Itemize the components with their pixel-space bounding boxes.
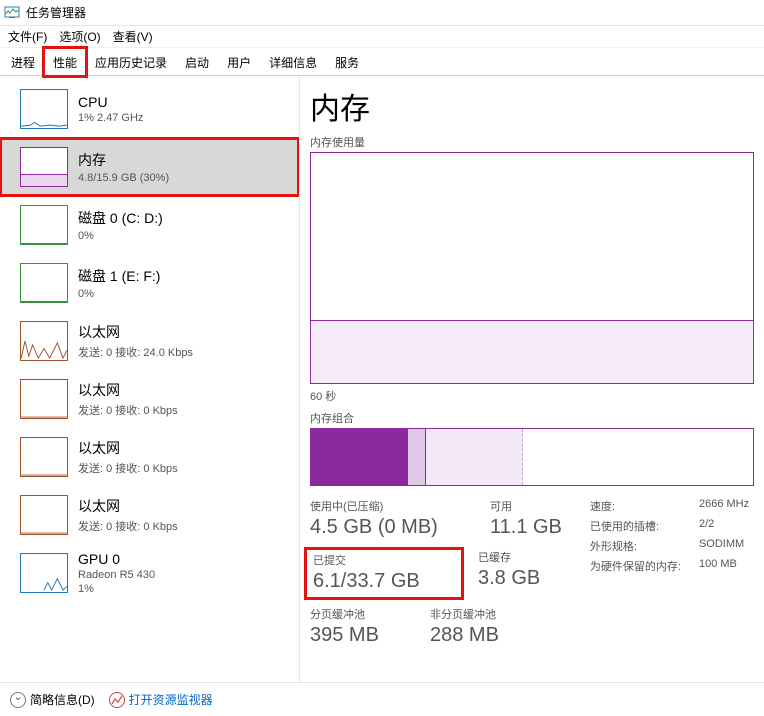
form-value: SODIMM xyxy=(699,538,749,554)
chevron-down-circle-icon xyxy=(10,692,26,708)
gpu-thumb-icon xyxy=(20,553,68,593)
paged-label: 分页缓冲池 xyxy=(310,606,410,622)
composition-free xyxy=(523,429,753,485)
sidebar-item-label: 以太网 xyxy=(78,322,193,342)
titlebar: 任务管理器 xyxy=(0,0,764,26)
open-resmon-link[interactable]: 打开资源监视器 xyxy=(109,691,213,708)
meta-grid: 速度: 2666 MHz 已使用的插槽: 2/2 外形规格: SODIMM 为硬… xyxy=(590,498,749,647)
cpu-thumb-icon xyxy=(20,89,68,129)
memory-usage-graph[interactable] xyxy=(310,152,754,384)
content: CPU 1% 2.47 GHz 内存 4.8/15.9 GB (30%) 磁盘 … xyxy=(0,76,764,682)
sidebar-item-ethernet-0[interactable]: 以太网 发送: 0 接收: 24.0 Kbps xyxy=(0,312,299,370)
detail-pane: 内存 内存使用量 60 秒 内存组合 使用中(已压缩) 4.5 GB (0 MB… xyxy=(300,76,764,682)
reserved-value: 100 MB xyxy=(699,558,749,574)
composition-label: 内存组合 xyxy=(310,410,754,426)
sidebar-item-disk-0[interactable]: 磁盘 0 (C: D:) 0% xyxy=(0,196,299,254)
sidebar-item-ethernet-1[interactable]: 以太网 发送: 0 接收: 0 Kbps xyxy=(0,370,299,428)
memory-composition-graph[interactable] xyxy=(310,428,754,486)
sidebar-item-sub: Radeon R5 430 xyxy=(78,569,155,581)
tabs: 进程 性能 应用历史记录 启动 用户 详细信息 服务 xyxy=(0,48,764,76)
composition-modified xyxy=(408,429,426,485)
tab-performance[interactable]: 性能 xyxy=(44,48,86,76)
tab-processes[interactable]: 进程 xyxy=(2,48,44,75)
composition-standby xyxy=(426,429,523,485)
usage-graph-label: 内存使用量 xyxy=(310,134,754,150)
sidebar-item-label: 以太网 xyxy=(78,438,178,458)
ethernet-thumb-icon xyxy=(20,495,68,535)
paged-value: 395 MB xyxy=(310,624,410,647)
speed-label: 速度: xyxy=(590,498,681,514)
tab-details[interactable]: 详细信息 xyxy=(260,48,326,75)
sidebar-item-label: 以太网 xyxy=(78,496,178,516)
slots-value: 2/2 xyxy=(699,518,749,534)
sidebar: CPU 1% 2.47 GHz 内存 4.8/15.9 GB (30%) 磁盘 … xyxy=(0,76,300,682)
sidebar-item-label: 内存 xyxy=(78,150,169,170)
reserved-label: 为硬件保留的内存: xyxy=(590,558,681,574)
form-label: 外形规格: xyxy=(590,538,681,554)
sidebar-item-label: 以太网 xyxy=(78,380,178,400)
sidebar-item-label: CPU xyxy=(78,94,143,110)
available-value: 11.1 GB xyxy=(490,516,562,539)
sidebar-item-sub2: 1% xyxy=(78,583,155,595)
sidebar-item-ethernet-2[interactable]: 以太网 发送: 0 接收: 0 Kbps xyxy=(0,428,299,486)
sidebar-item-label: 磁盘 0 (C: D:) xyxy=(78,208,163,228)
tab-app-history[interactable]: 应用历史记录 xyxy=(86,48,176,75)
in-use-label: 使用中(已压缩) xyxy=(310,498,470,514)
menu-view[interactable]: 查看(V) xyxy=(107,26,159,47)
sidebar-item-sub: 0% xyxy=(78,288,160,300)
menu-options[interactable]: 选项(O) xyxy=(53,26,106,47)
window-title: 任务管理器 xyxy=(26,4,86,21)
sidebar-item-sub: 0% xyxy=(78,230,163,242)
detail-heading: 内存 xyxy=(310,84,754,128)
ethernet-thumb-icon xyxy=(20,321,68,361)
menu-file[interactable]: 文件(F) xyxy=(2,26,53,47)
time-axis-label: 60 秒 xyxy=(310,388,754,404)
sidebar-item-sub: 发送: 0 接收: 0 Kbps xyxy=(78,460,178,476)
committed-label: 已提交 xyxy=(313,552,455,568)
stats-area: 使用中(已压缩) 4.5 GB (0 MB) 可用 11.1 GB 已提交 6.… xyxy=(310,498,754,647)
slots-label: 已使用的插槽: xyxy=(590,518,681,534)
composition-in-use xyxy=(311,429,408,485)
committed-highlight: 已提交 6.1/33.7 GB xyxy=(304,547,464,600)
sidebar-item-sub: 发送: 0 接收: 24.0 Kbps xyxy=(78,344,193,360)
tab-users[interactable]: 用户 xyxy=(218,48,260,75)
brief-info-button[interactable]: 简略信息(D) xyxy=(10,691,95,708)
ethernet-thumb-icon xyxy=(20,437,68,477)
nonpaged-value: 288 MB xyxy=(430,624,499,647)
tab-startup[interactable]: 启动 xyxy=(176,48,218,75)
sidebar-item-gpu-0[interactable]: GPU 0 Radeon R5 430 1% xyxy=(0,544,299,602)
sidebar-item-label: GPU 0 xyxy=(78,551,155,567)
speed-value: 2666 MHz xyxy=(699,498,749,514)
sidebar-item-ethernet-3[interactable]: 以太网 发送: 0 接收: 0 Kbps xyxy=(0,486,299,544)
sidebar-item-memory[interactable]: 内存 4.8/15.9 GB (30%) xyxy=(0,138,299,196)
sidebar-item-disk-1[interactable]: 磁盘 1 (E: F:) 0% xyxy=(0,254,299,312)
cached-value: 3.8 GB xyxy=(478,567,540,590)
menubar: 文件(F) 选项(O) 查看(V) xyxy=(0,26,764,48)
in-use-value: 4.5 GB (0 MB) xyxy=(310,516,470,539)
footer: 简略信息(D) 打开资源监视器 xyxy=(0,682,764,716)
disk-thumb-icon xyxy=(20,205,68,245)
tab-services[interactable]: 服务 xyxy=(326,48,368,75)
sidebar-item-cpu[interactable]: CPU 1% 2.47 GHz xyxy=(0,80,299,138)
cached-label: 已缓存 xyxy=(478,549,540,565)
available-label: 可用 xyxy=(490,498,562,514)
resmon-icon xyxy=(109,692,125,708)
brief-info-label: 简略信息(D) xyxy=(30,691,95,708)
sidebar-item-sub: 发送: 0 接收: 0 Kbps xyxy=(78,402,178,418)
disk-thumb-icon xyxy=(20,263,68,303)
memory-thumb-icon xyxy=(20,147,68,187)
nonpaged-label: 非分页缓冲池 xyxy=(430,606,499,622)
sidebar-item-label: 磁盘 1 (E: F:) xyxy=(78,266,160,286)
app-icon xyxy=(4,5,20,21)
sidebar-item-sub: 1% 2.47 GHz xyxy=(78,112,143,124)
committed-value: 6.1/33.7 GB xyxy=(313,570,455,593)
resmon-label: 打开资源监视器 xyxy=(129,691,213,708)
sidebar-item-sub: 发送: 0 接收: 0 Kbps xyxy=(78,518,178,534)
ethernet-thumb-icon xyxy=(20,379,68,419)
sidebar-item-sub: 4.8/15.9 GB (30%) xyxy=(78,172,169,184)
